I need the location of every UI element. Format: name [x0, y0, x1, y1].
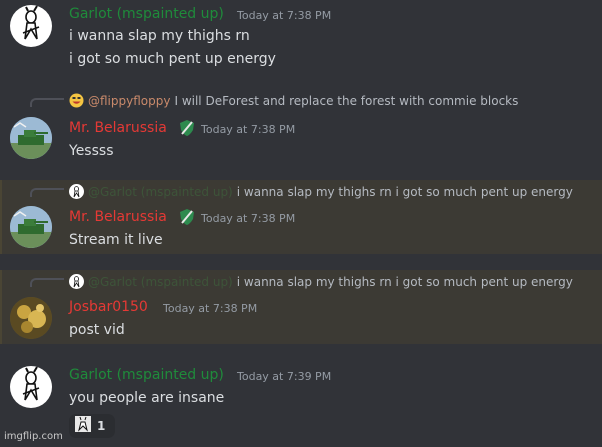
reply-spine [30, 98, 64, 107]
reply-preview[interactable]: @Garlot (mspainted up) i wanna slap my t… [69, 184, 573, 199]
sword-shield-icon [178, 119, 196, 141]
reaction-button[interactable]: 1 [69, 414, 115, 438]
timestamp: Today at 7:39 PM [237, 370, 332, 383]
avatar[interactable] [10, 297, 52, 339]
reaction-count: 1 [97, 419, 106, 433]
username[interactable]: Josbar0150 [69, 299, 148, 315]
avatar-mini-icon [69, 274, 84, 289]
sword-shield-icon [178, 208, 196, 230]
timestamp: Today at 7:38 PM [201, 123, 296, 136]
reply-text: i wanna slap my thighs rn i got so much … [236, 184, 573, 199]
message-text: post vid [69, 322, 125, 338]
reply-spine [30, 278, 64, 287]
reply-author[interactable]: @flippyfloppy [88, 94, 170, 108]
avatar[interactable] [10, 206, 52, 248]
watermark: imgflip.com [4, 431, 63, 442]
avatar-mini-icon [69, 184, 84, 199]
avatar[interactable] [10, 117, 52, 159]
reply-spine [30, 188, 64, 197]
username[interactable]: Mr. Belarussia [69, 209, 167, 225]
message-belarussia-2[interactable]: @Garlot (mspainted up) i wanna slap my t… [0, 180, 602, 254]
timestamp: Today at 7:38 PM [201, 212, 296, 225]
reply-author[interactable]: @Garlot (mspainted up) [88, 275, 233, 289]
avatar[interactable] [10, 366, 52, 408]
username[interactable]: Garlot (mspainted up) [69, 6, 224, 22]
username[interactable]: Mr. Belarussia [69, 120, 167, 136]
chat-log: Garlot (mspainted up) Today at 7:38 PM i… [0, 0, 602, 447]
timestamp: Today at 7:38 PM [237, 9, 332, 22]
avatar[interactable] [10, 5, 52, 47]
grinning-face-emoji-icon [69, 93, 84, 108]
message-text: i got so much pent up energy [69, 51, 276, 67]
message-text: i wanna slap my thighs rn [69, 28, 250, 44]
reply-text: I will DeForest and replace the forest w… [174, 93, 519, 108]
username[interactable]: Garlot (mspainted up) [69, 367, 224, 383]
message-text: Yessss [69, 143, 114, 159]
message-text: you people are insane [69, 390, 225, 406]
reply-author[interactable]: @Garlot (mspainted up) [88, 185, 233, 199]
message-belarussia-1[interactable]: @flippyfloppy I will DeForest and replac… [0, 88, 602, 174]
reply-preview[interactable]: @flippyfloppy I will DeForest and replac… [69, 93, 518, 108]
garlot-reaction-emoji-icon [75, 416, 91, 436]
reply-text: i wanna slap my thighs rn i got so much … [236, 274, 573, 289]
message-garlot-1[interactable]: Garlot (mspainted up) Today at 7:38 PM i… [0, 0, 602, 84]
message-josbar[interactable]: @Garlot (mspainted up) i wanna slap my t… [0, 270, 602, 344]
timestamp: Today at 7:38 PM [163, 302, 258, 315]
reply-preview[interactable]: @Garlot (mspainted up) i wanna slap my t… [69, 274, 573, 289]
message-text: Stream it live [69, 232, 163, 248]
